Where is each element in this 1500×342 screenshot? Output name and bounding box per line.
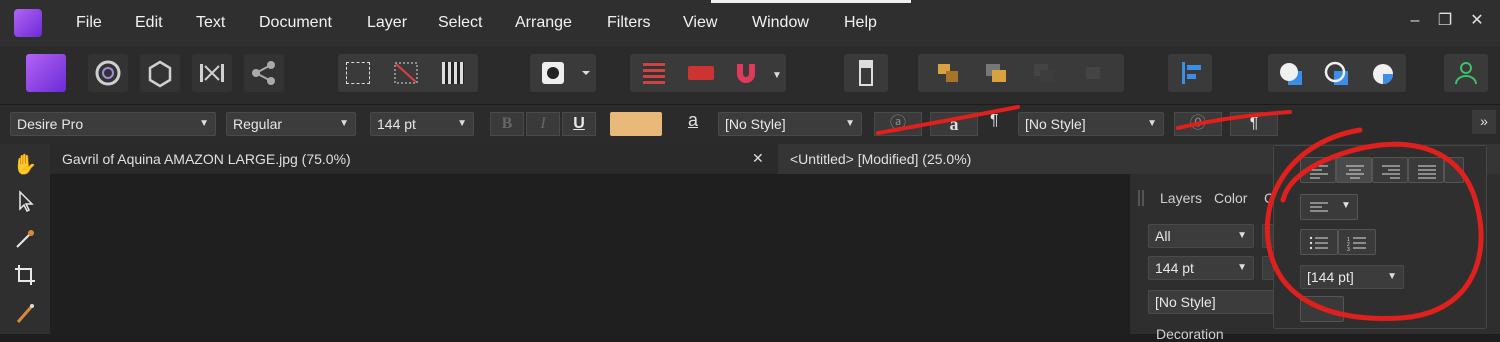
restore-icon[interactable]: ❐ [1433,10,1457,32]
invert-selection-icon[interactable] [442,62,464,84]
snap-arrow-icon[interactable] [688,66,714,80]
menu-file[interactable]: File [76,14,102,32]
justify-button[interactable] [1408,157,1444,183]
export-persona-icon[interactable] [140,54,180,92]
marquee-icon[interactable] [346,62,370,84]
menu-help[interactable]: Help [844,14,877,32]
menu-edit[interactable]: Edit [135,14,163,32]
panel-grip-icon[interactable] [1138,190,1144,206]
tab-gavril[interactable]: Gavril of Aquina AMAZON LARGE.jpg (75.0%… [50,144,778,174]
toolbar-overflow-button[interactable]: » [1472,110,1496,134]
close-tab-icon[interactable]: ✕ [752,150,764,167]
svg-text:3: 3 [1347,247,1350,253]
font-size-select[interactable]: 144 pt ▼ [370,112,474,136]
chevron-down-icon[interactable]: ▼ [772,70,782,81]
create-character-style-button[interactable]: a [930,112,978,136]
close-window-icon[interactable]: ✕ [1465,10,1489,32]
color-picker-icon[interactable] [12,226,38,252]
brush-tool-icon[interactable] [12,300,38,326]
align-left-button[interactable] [1300,157,1336,183]
align-right-button[interactable] [1372,157,1408,183]
move-back-one-icon[interactable] [984,62,1008,84]
character-style-icon: a [688,110,699,130]
leading-select[interactable]: [144 pt] ▼ [1300,265,1404,289]
align-center-button[interactable] [1336,157,1372,183]
panel-style-select[interactable]: [No Style] [1148,290,1282,314]
underline-button[interactable]: U [562,112,596,136]
menu-highlight [711,0,911,3]
add-shapes-icon[interactable] [1278,61,1304,87]
crop-tool-icon[interactable] [12,262,38,288]
bullet-list-button[interactable] [1300,229,1338,255]
paragraph-extra-button[interactable] [1300,296,1344,322]
blend-select[interactable]: All ▼ [1148,224,1254,248]
paragraph-style-icon: ¶ [990,112,999,129]
menu-filters[interactable]: Filters [607,14,651,32]
assistant-button[interactable] [1444,54,1488,92]
document-canvas[interactable] [50,174,1130,334]
tab-layers[interactable]: Layers [1160,190,1202,206]
magnet-icon[interactable] [733,60,759,86]
align-button[interactable] [1168,54,1212,92]
menu-window[interactable]: Window [752,14,809,32]
pixel-persona-icon[interactable] [88,54,128,92]
menu-text[interactable]: Text [196,14,225,32]
intersect-shapes-icon[interactable] [1370,61,1396,87]
move-forward-one-icon[interactable] [1032,62,1056,84]
decoration-section-label: Decoration [1156,326,1224,342]
share-icon[interactable] [244,54,284,92]
bold-button[interactable]: B [490,112,524,136]
font-style-select[interactable]: Regular ▼ [226,112,356,136]
character-style-options-button[interactable]: ⓐ [874,112,922,136]
deselect-icon[interactable] [394,62,418,84]
quickmask-button[interactable] [530,54,596,92]
move-to-back-icon[interactable] [936,62,960,84]
menu-select[interactable]: Select [438,14,482,32]
character-style-select[interactable]: [No Style] ▼ [718,112,862,136]
hand-tool-icon[interactable]: ✋ [12,152,38,178]
menu-document[interactable]: Document [259,14,332,32]
app-logo-icon[interactable] [14,9,42,37]
font-family-select[interactable]: Desire Pro ▼ [10,112,216,136]
alignment-dropdown[interactable]: ▼ [1300,194,1358,220]
justify-more-button[interactable] [1444,157,1464,183]
sync-icon[interactable] [192,54,232,92]
grid-icon[interactable] [643,62,665,84]
numbered-list-button[interactable]: 123 [1338,229,1376,255]
panel-size-select[interactable]: 144 pt ▼ [1148,256,1254,280]
order-button[interactable] [844,54,888,92]
paragraph-style-options-button[interactable]: ⓪ [1174,112,1222,136]
tab-color[interactable]: Color [1214,190,1247,206]
create-paragraph-style-button[interactable]: ¶ [1230,112,1278,136]
text-color-swatch[interactable] [610,112,662,136]
designer-persona-icon[interactable] [26,54,66,92]
paragraph-style-select[interactable]: [No Style] ▼ [1018,112,1164,136]
move-to-front-icon[interactable] [1080,62,1104,84]
italic-button[interactable]: I [526,112,560,136]
minimize-icon[interactable]: – [1403,10,1427,32]
move-tool-icon[interactable] [12,188,38,214]
menu-layer[interactable]: Layer [367,14,407,32]
menu-arrange[interactable]: Arrange [515,14,572,32]
subtract-shapes-icon[interactable] [1324,61,1350,87]
menu-view[interactable]: View [683,14,717,32]
